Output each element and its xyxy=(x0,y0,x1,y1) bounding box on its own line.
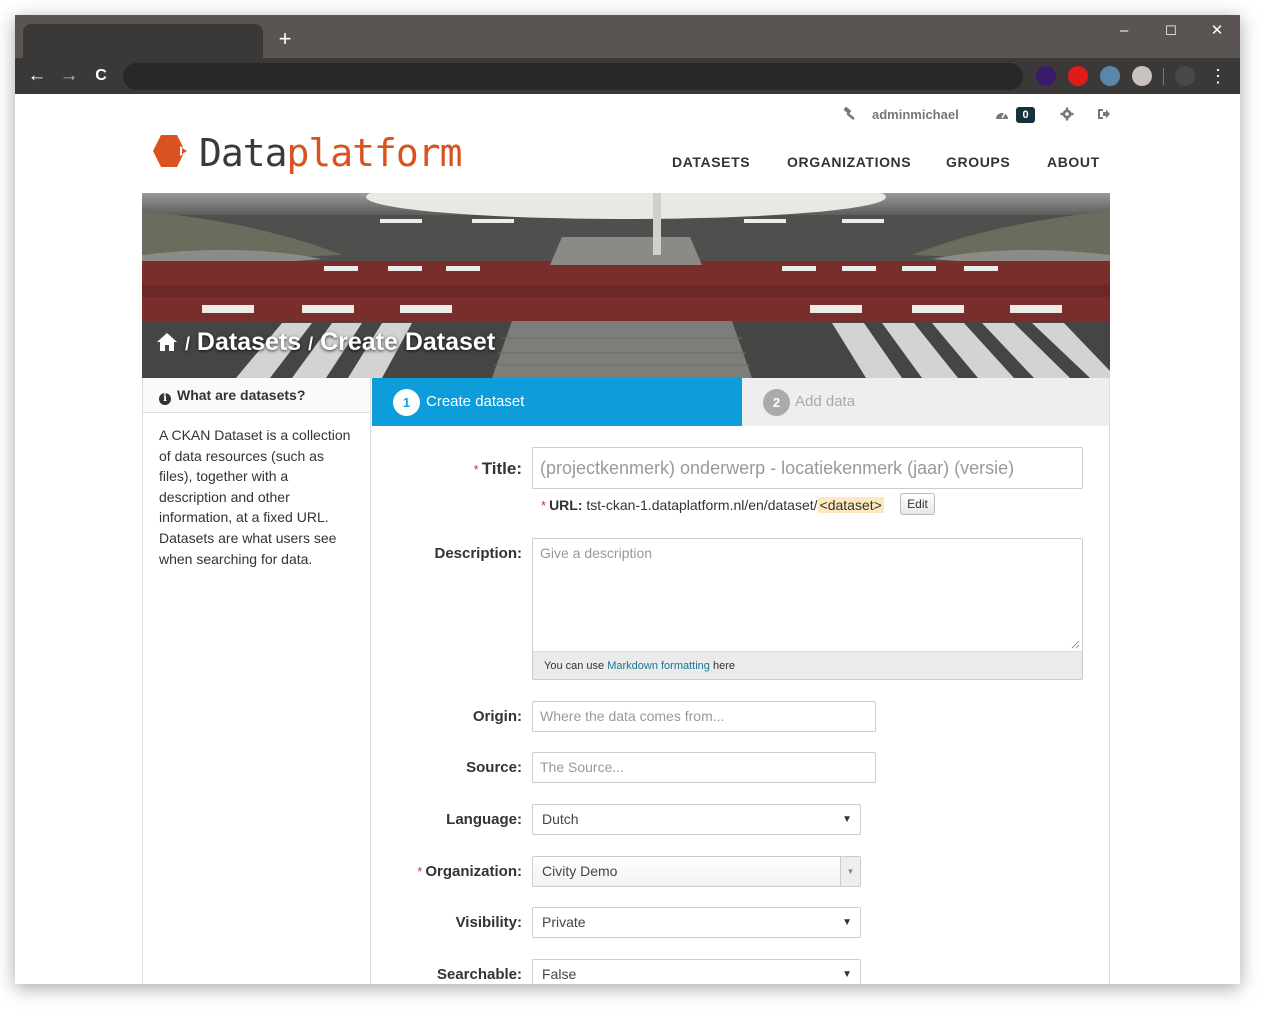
nav-groups[interactable]: GROUPS xyxy=(946,154,1010,170)
logo-text-data: Data xyxy=(199,131,288,175)
browser-tab[interactable] xyxy=(23,24,263,58)
home-icon[interactable] xyxy=(156,330,178,359)
visibility-value: Private xyxy=(542,914,586,930)
gear-icon[interactable] xyxy=(1060,107,1074,126)
markdown-hint-suffix: here xyxy=(709,660,735,672)
nav-about[interactable]: ABOUT xyxy=(1047,154,1100,170)
stage-add-data[interactable]: Add data xyxy=(795,393,855,410)
url-slug: <dataset> xyxy=(817,497,884,513)
origin-label: Origin: xyxy=(472,708,522,725)
browser-menu-icon[interactable]: ⋮ xyxy=(1209,64,1227,88)
forward-icon[interactable]: → xyxy=(58,64,80,88)
language-value: Dutch xyxy=(542,811,579,827)
maximize-button[interactable]: ☐ xyxy=(1159,21,1183,41)
organization-select[interactable]: Civity Demo ▼ xyxy=(532,856,861,887)
organization-value: Civity Demo xyxy=(542,863,618,879)
chevron-down-icon: ▼ xyxy=(842,814,852,825)
stage-label: Create dataset xyxy=(426,393,525,410)
close-button[interactable]: ✕ xyxy=(1205,21,1229,41)
nav-datasets[interactable]: DATASETS xyxy=(672,154,750,170)
toolbar-divider xyxy=(1163,68,1164,85)
markdown-hint-prefix: You can use xyxy=(544,660,608,672)
language-select[interactable]: Dutch ▼ xyxy=(532,804,861,835)
language-label: Language: xyxy=(446,811,522,828)
address-bar[interactable] xyxy=(123,63,1023,90)
reload-icon[interactable]: C xyxy=(90,64,112,88)
required-marker: * xyxy=(417,864,423,879)
title-label-text: Title: xyxy=(481,459,522,478)
url-row: * URL: tst-ckan-1.dataplatform.nl/en/data… xyxy=(541,497,884,513)
logo-icon xyxy=(153,135,189,167)
profile-avatar[interactable] xyxy=(1175,66,1195,86)
nav-organizations[interactable]: ORGANIZATIONS xyxy=(787,154,911,170)
browser-toolbar: ← → C ⋮ xyxy=(15,58,1240,94)
back-icon[interactable]: ← xyxy=(26,64,48,88)
required-marker: * xyxy=(473,462,479,477)
title-input[interactable]: (projectkenmerk) onderwerp - locatiekenm… xyxy=(532,447,1083,489)
url-label: URL: xyxy=(549,497,583,513)
web-page: adminmichael 0 Dataplatform DATASETS ORG… xyxy=(15,94,1240,984)
logo-text-platform: platform xyxy=(286,131,463,175)
breadcrumb-separator: / xyxy=(184,334,190,354)
sidebar-heading: i What are datasets? xyxy=(143,378,370,413)
extension-icon[interactable] xyxy=(1068,66,1088,86)
stage-create-dataset[interactable]: 1 Create dataset xyxy=(372,378,742,426)
new-tab-button[interactable]: + xyxy=(275,27,295,51)
sidebar: i What are datasets? A CKAN Dataset is a … xyxy=(143,378,371,984)
organization-label: * Organization: xyxy=(372,863,522,880)
account-username[interactable]: adminmichael xyxy=(872,107,959,122)
extension-icon[interactable] xyxy=(1132,66,1152,86)
dashboard-icon[interactable] xyxy=(994,108,1010,127)
searchable-select[interactable]: False ▼ xyxy=(532,959,861,984)
required-marker: * xyxy=(541,498,547,513)
description-label: Description: xyxy=(434,545,522,562)
resize-handle-icon[interactable] xyxy=(1071,640,1080,649)
stage-number: 2 xyxy=(763,389,790,416)
chevron-down-icon: ▼ xyxy=(842,917,852,928)
url-edit-button[interactable]: Edit xyxy=(900,493,935,515)
visibility-label: Visibility: xyxy=(455,914,522,931)
title-label: * Title: xyxy=(372,459,522,479)
breadcrumb-datasets[interactable]: Datasets xyxy=(197,328,301,356)
description-placeholder: Give a description xyxy=(540,545,653,561)
breadcrumb-current: Create Dataset xyxy=(320,328,496,356)
sidebar-heading-text: What are datasets? xyxy=(177,387,306,403)
breadcrumb: / Datasets / Create Dataset xyxy=(156,328,495,359)
url-prefix: tst-ckan-1.dataplatform.nl/en/dataset/ xyxy=(586,497,818,513)
description-textarea[interactable]: Give a description You can use Markdown … xyxy=(532,538,1083,680)
markdown-hint: You can use Markdown formatting here xyxy=(533,651,1082,679)
info-icon: i xyxy=(159,393,171,405)
organization-label-text: Organization: xyxy=(425,863,522,880)
extension-icon[interactable] xyxy=(1100,66,1120,86)
visibility-select[interactable]: Private ▼ xyxy=(532,907,861,938)
searchable-value: False xyxy=(542,966,577,982)
stage-number: 1 xyxy=(393,389,420,416)
content-area: i What are datasets? A CKAN Dataset is a … xyxy=(142,378,1110,984)
source-input[interactable]: The Source... xyxy=(532,752,876,783)
browser-titlebar: + – ☐ ✕ xyxy=(15,15,1240,58)
browser-window: + – ☐ ✕ ← → C ⋮ adminmichael 0 Dataplatf… xyxy=(15,15,1240,984)
chevron-down-icon: ▼ xyxy=(840,857,860,886)
markdown-link[interactable]: Markdown formatting xyxy=(607,660,710,672)
minimize-button[interactable]: – xyxy=(1112,21,1136,41)
dataset-form-panel: 1 Create dataset 2 Add data * Title: (pro… xyxy=(372,378,1109,984)
origin-input[interactable]: Where the data comes from... xyxy=(532,701,876,732)
extension-icon[interactable] xyxy=(1036,66,1056,86)
logo-wordmark: Dataplatform xyxy=(199,128,463,178)
searchable-label: Searchable: xyxy=(436,966,522,983)
sidebar-description: A CKAN Dataset is a collection of data r… xyxy=(159,427,351,567)
hero-banner: / Datasets / Create Dataset xyxy=(142,193,1110,378)
form-stages: 1 Create dataset 2 Add data xyxy=(372,378,1109,426)
logout-icon[interactable] xyxy=(1097,107,1111,126)
activity-badge: 0 xyxy=(1016,107,1035,123)
stage-arrow-shape xyxy=(712,378,742,426)
hammer-icon xyxy=(843,106,857,123)
chevron-down-icon: ▼ xyxy=(842,969,852,980)
breadcrumb-separator: / xyxy=(308,334,314,354)
source-label: Source: xyxy=(466,759,522,776)
